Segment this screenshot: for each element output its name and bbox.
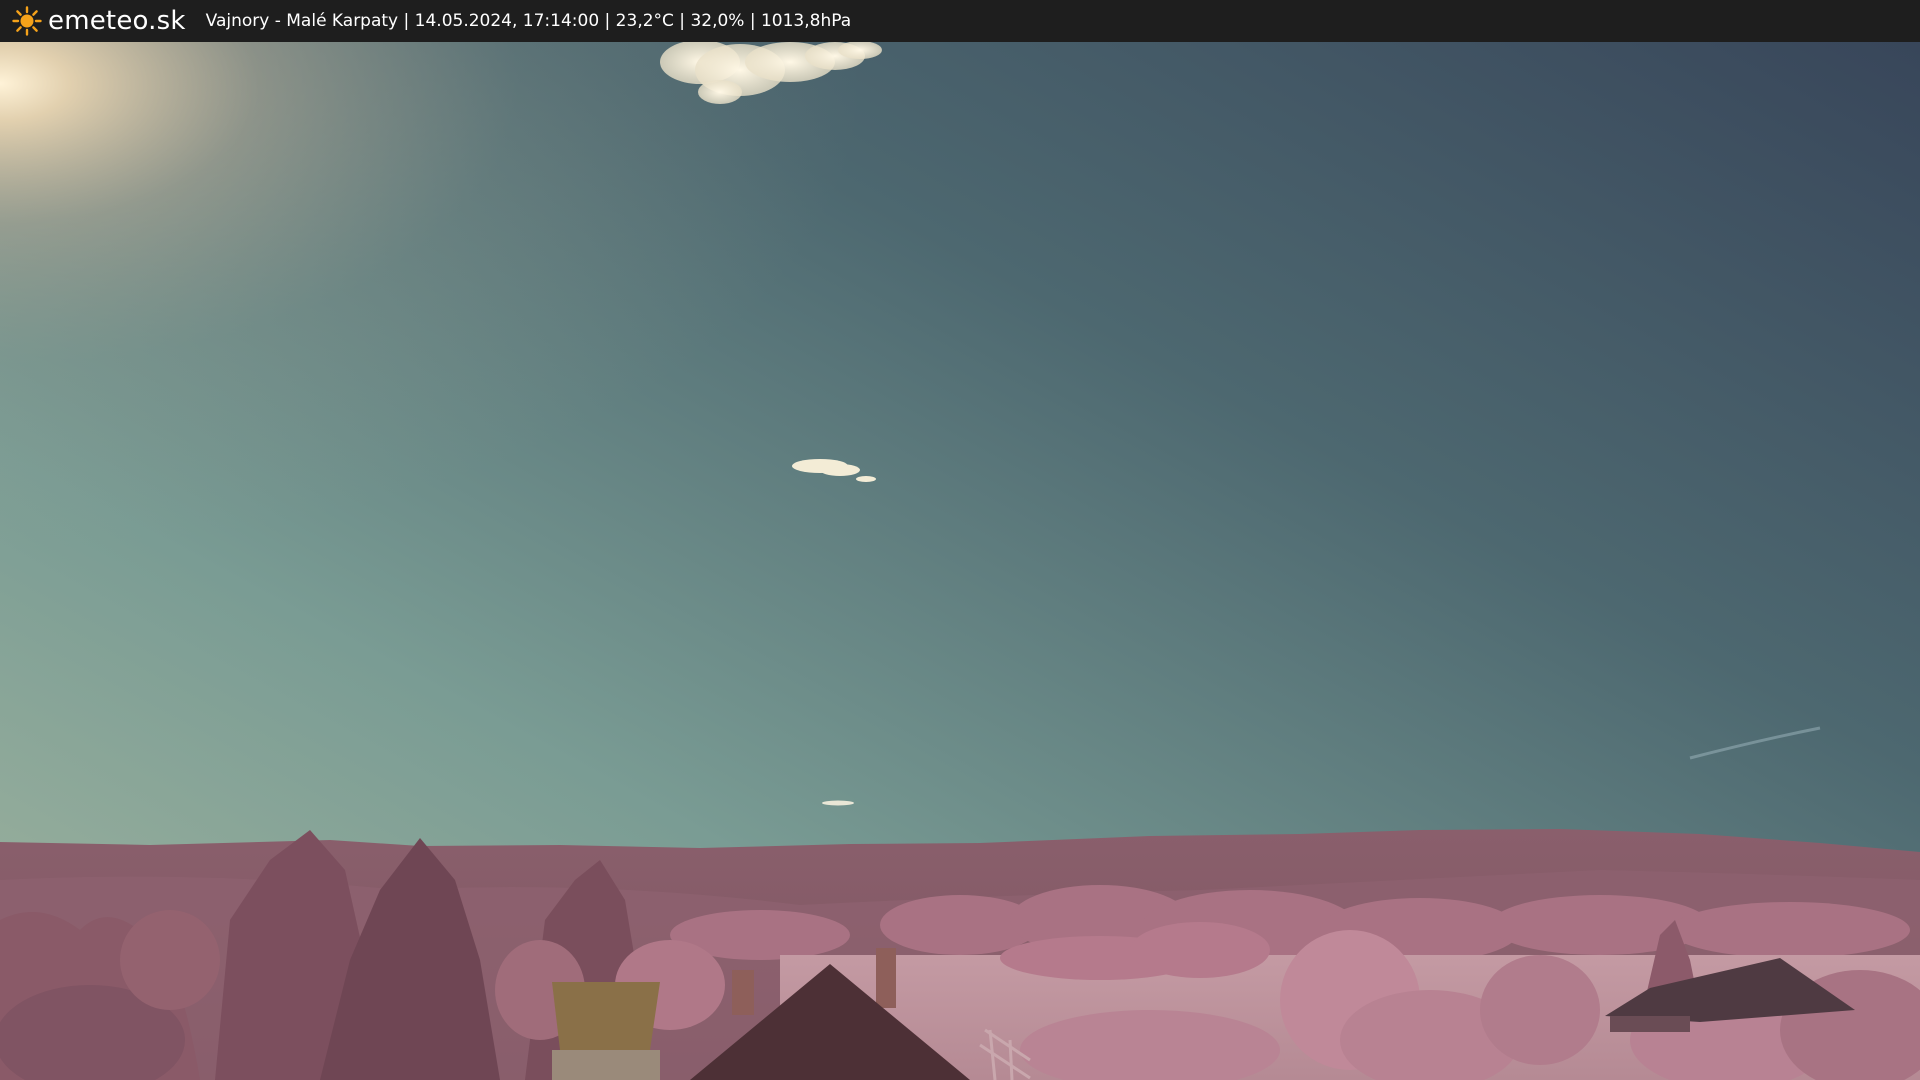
webcam-page: emeteo.sk Vajnory - Malé Karpaty | 14.05…: [0, 0, 1920, 1080]
sun-icon: [12, 6, 42, 36]
header-bar: emeteo.sk Vajnory - Malé Karpaty | 14.05…: [0, 0, 1920, 42]
cloud-tiny: [822, 800, 854, 806]
webcam-image: [0, 42, 1920, 1080]
station-caption: Vajnory - Malé Karpaty | 14.05.2024, 17:…: [205, 11, 852, 31]
landscape-photo: [0, 42, 1920, 1080]
brand-name: emeteo.sk: [48, 6, 186, 36]
brand-logo[interactable]: emeteo.sk: [12, 0, 186, 42]
house-left: [552, 982, 660, 1080]
